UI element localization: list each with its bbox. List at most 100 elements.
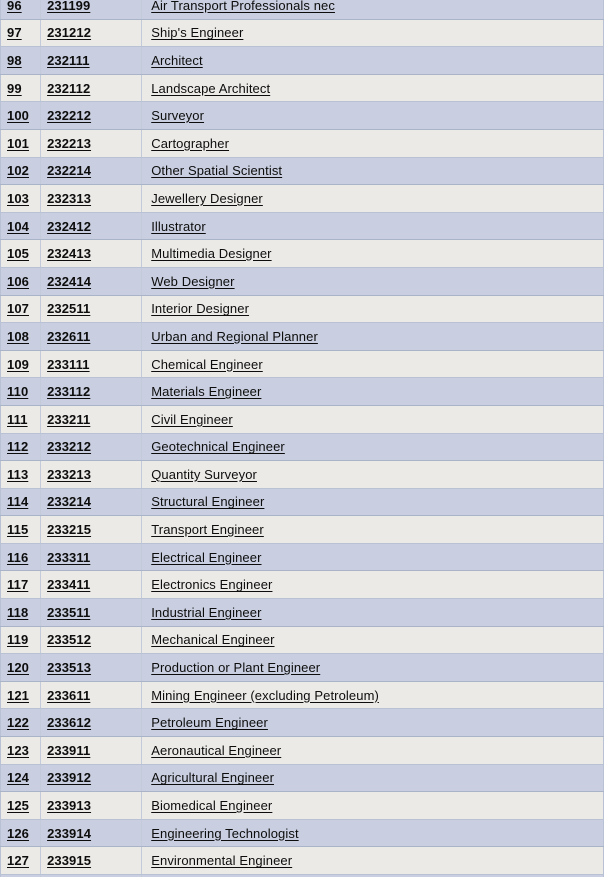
occupation-title-cell: Quantity Surveyor — [141, 460, 604, 489]
table-row[interactable]: 98 232111 Architect — [0, 46, 604, 75]
occupation-title-cell: Structural Engineer — [141, 488, 604, 517]
row-index-cell: 97 — [0, 19, 42, 48]
table-row[interactable]: 115 233215 Transport Engineer — [0, 515, 604, 544]
table-row[interactable]: 108 232611 Urban and Regional Planner — [0, 322, 604, 351]
table-row[interactable]: 120 233513 Production or Plant Engineer — [0, 653, 604, 682]
row-index-cell-text: 127 — [7, 853, 29, 869]
row-index-cell: 103 — [0, 184, 42, 213]
occupation-code-cell-text: 233612 — [47, 715, 92, 731]
row-index-cell-text: 124 — [7, 770, 29, 786]
occupation-title-cell-text: Electrical Engineer — [151, 549, 262, 565]
table-row[interactable]: 104 232412 Illustrator — [0, 212, 604, 241]
table-row[interactable]: 105 232413 Multimedia Designer — [0, 239, 604, 268]
occupation-title-cell-text: Jewellery Designer — [151, 190, 263, 206]
occupation-title-cell: Jewellery Designer — [141, 184, 604, 213]
row-index-cell: 110 — [0, 377, 42, 406]
table-row[interactable]: 119 233512 Mechanical Engineer — [0, 626, 604, 655]
occupation-title-cell-text: Aeronautical Engineer — [151, 742, 282, 758]
row-index-cell: 107 — [0, 295, 42, 324]
occupation-code-cell-text: 232313 — [47, 190, 92, 206]
table-row[interactable]: 118 233511 Industrial Engineer — [0, 598, 604, 627]
table-row[interactable]: 101 232213 Cartographer — [0, 129, 604, 158]
row-index-cell: 105 — [0, 239, 42, 268]
occupation-title-cell: Mechanical Engineer — [141, 626, 604, 655]
table-row[interactable]: 96 231199 Air Transport Professionals nec — [0, 0, 604, 20]
table-row[interactable]: 126 233914 Engineering Technologist — [0, 819, 604, 848]
table-row[interactable]: 123 233911 Aeronautical Engineer — [0, 736, 604, 765]
occupation-title-cell-text: Structural Engineer — [151, 494, 265, 510]
table-row[interactable]: 121 233611 Mining Engineer (excluding Petr… — [0, 681, 604, 710]
row-index-cell-text: 103 — [7, 190, 29, 206]
table-row[interactable]: 112 233212 Geotechnical Engineer — [0, 433, 604, 462]
occupation-code-cell: 233214 — [40, 488, 143, 517]
table-row[interactable]: 124 233912 Agricultural Engineer — [0, 764, 604, 793]
occupation-code-cell: 231199 — [40, 0, 143, 20]
occupation-code-cell-text: 232112 — [47, 80, 91, 96]
table-row[interactable]: 103 232313 Jewellery Designer — [0, 184, 604, 213]
occupation-code-table: 96 231199 Air Transport Professionals nec 9… — [0, 0, 604, 877]
row-index-cell: 111 — [0, 405, 42, 434]
table-row[interactable]: 109 233111 Chemical Engineer — [0, 350, 604, 379]
occupation-title-cell: Aeronautical Engineer — [141, 736, 604, 765]
occupation-code-cell-text: 232214 — [47, 163, 92, 179]
table-row[interactable]: 113 233213 Quantity Surveyor — [0, 460, 604, 489]
table-row[interactable]: 125 233913 Biomedical Engineer — [0, 791, 604, 820]
row-index-cell-text: 114 — [7, 494, 29, 510]
occupation-title-cell: Mining Engineer (excluding Petroleum) — [141, 681, 604, 710]
table-row[interactable]: 110 233112 Materials Engineer — [0, 377, 604, 406]
table-row[interactable]: 100 232212 Surveyor — [0, 101, 604, 130]
occupation-code-cell-text: 233311 — [47, 549, 91, 565]
occupation-title-cell-text: Interior Designer — [151, 301, 250, 317]
row-index-cell-text: 126 — [7, 825, 29, 841]
occupation-code-cell-text: 233214 — [47, 494, 92, 510]
row-index-cell: 122 — [0, 708, 42, 738]
table-row[interactable]: 116 233311 Electrical Engineer — [0, 543, 604, 572]
row-index-cell: 102 — [0, 157, 42, 186]
occupation-code-cell: 233512 — [40, 626, 143, 655]
table-row[interactable]: 107 232511 Interior Designer — [0, 295, 604, 324]
row-index-cell: 117 — [0, 570, 42, 600]
occupation-code-cell-text: 233411 — [47, 577, 91, 593]
occupation-code-cell-text: 232212 — [47, 108, 92, 124]
occupation-title-cell-text: Illustrator — [151, 218, 206, 234]
table-row[interactable]: 106 232414 Web Designer — [0, 267, 604, 296]
row-index-cell: 108 — [0, 322, 42, 351]
occupation-title-cell-text: Industrial Engineer — [151, 604, 262, 620]
occupation-code-cell-text: 233914 — [47, 825, 92, 841]
table-row[interactable]: 97 231212 Ship's Engineer — [0, 19, 604, 48]
row-index-cell: 112 — [0, 433, 42, 462]
table-row[interactable]: 111 233211 Civil Engineer — [0, 405, 604, 434]
occupation-code-cell: 233611 — [40, 681, 143, 710]
occupation-title-cell: Ship's Engineer — [141, 19, 604, 48]
occupation-code-cell-text: 232412 — [47, 218, 92, 234]
table-row[interactable]: 102 232214 Other Spatial Scientist — [0, 157, 604, 186]
row-index-cell-text: 123 — [7, 742, 29, 758]
table-row[interactable]: 127 233915 Environmental Engineer — [0, 846, 604, 875]
occupation-title-cell-text: Geotechnical Engineer — [151, 439, 285, 455]
occupation-title-cell-text: Landscape Architect — [151, 80, 271, 96]
row-index-cell-text: 121 — [7, 687, 29, 703]
occupation-code-cell: 232112 — [40, 74, 143, 103]
occupation-code-cell-text: 231212 — [47, 25, 92, 41]
table-row[interactable]: 99 232112 Landscape Architect — [0, 74, 604, 103]
occupation-code-cell: 233213 — [40, 460, 143, 489]
occupation-title-cell-text: Multimedia Designer — [151, 246, 272, 262]
row-index-cell: 127 — [0, 846, 42, 875]
row-index-cell-text: 115 — [7, 522, 29, 538]
row-index-cell-text: 113 — [7, 466, 29, 482]
occupation-title-cell-text: Mining Engineer (excluding Petroleum) — [151, 687, 379, 703]
row-index-cell: 109 — [0, 350, 42, 379]
table-row[interactable]: 114 233214 Structural Engineer — [0, 488, 604, 517]
row-index-cell-text: 122 — [7, 715, 29, 731]
occupation-title-cell-text: Other Spatial Scientist — [151, 163, 283, 179]
table-row[interactable]: 117 233411 Electronics Engineer — [0, 570, 604, 600]
occupation-title-cell: Petroleum Engineer — [141, 708, 604, 738]
occupation-code-cell: 232413 — [40, 239, 143, 268]
occupation-code-cell-text: 233912 — [47, 770, 92, 786]
occupation-code-cell-text: 233112 — [47, 384, 91, 400]
row-index-cell-text: 101 — [7, 135, 29, 151]
occupation-code-cell: 232511 — [40, 295, 143, 324]
row-index-cell: 113 — [0, 460, 42, 489]
table-row[interactable]: 122 233612 Petroleum Engineer — [0, 708, 604, 738]
row-index-cell: 123 — [0, 736, 42, 765]
